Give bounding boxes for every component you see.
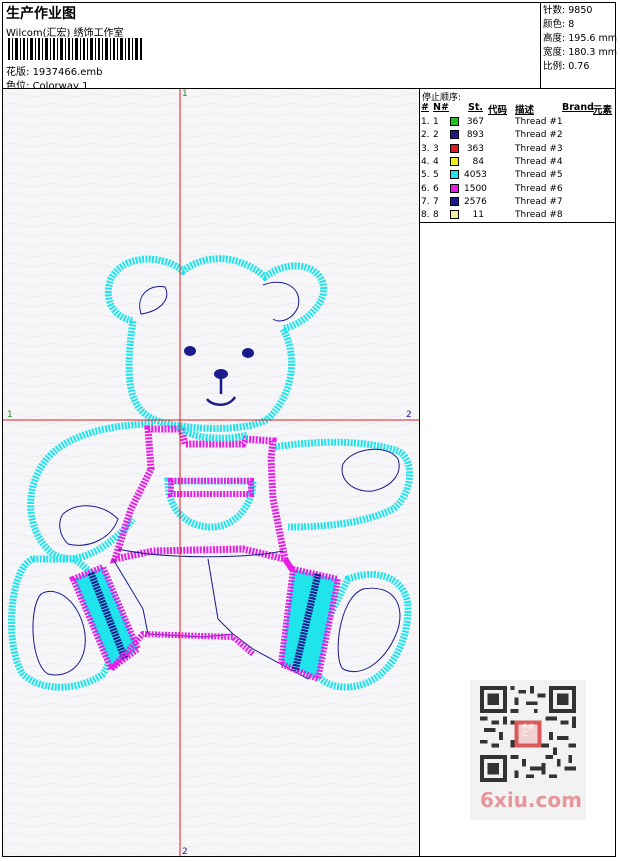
color-swatch <box>450 183 459 193</box>
color-swatch <box>450 156 459 166</box>
row-description: Thread #7 <box>515 196 563 207</box>
row-description: Thread #2 <box>515 130 563 141</box>
table-bottom-line <box>420 222 616 223</box>
row-description: Thread #6 <box>515 183 563 194</box>
row-stitches: 84 <box>472 156 484 167</box>
color-swatch <box>450 117 459 126</box>
row-needle: 1 <box>433 117 439 127</box>
design-name-line: 花版: 1937466.emb <box>6 63 103 78</box>
row-index: 7. <box>421 196 430 207</box>
stat-height: 高度: 195.6 mm <box>543 33 617 44</box>
page-title: 生产作业图 <box>6 6 76 22</box>
row-description: Thread #5 <box>515 170 563 181</box>
row-stitches: 11 <box>472 210 484 221</box>
row-index: 1. <box>421 117 430 127</box>
col-code: 代码 <box>488 105 508 116</box>
col-stitches: St. <box>468 102 483 113</box>
col-description: 描述 <box>515 105 535 116</box>
row-needle: 2 <box>433 130 439 141</box>
table-row[interactable]: 4. 4 84 Thread #4 <box>420 156 616 169</box>
left-eye <box>184 346 196 356</box>
stat-width: 宽度: 180.3 mm <box>543 47 617 58</box>
right-eye <box>242 348 254 358</box>
row-index: 6. <box>421 183 430 194</box>
watermark-text: 6xiu.com <box>480 788 582 812</box>
row-needle: 4 <box>433 156 439 167</box>
axis-label-left: 1 <box>7 410 13 420</box>
table-row[interactable]: 3. 3 363 Thread #3 <box>420 143 616 156</box>
axis-label-top: 1 <box>182 89 188 99</box>
stat-stitches: 针数: 9850 <box>543 5 593 16</box>
stop-sequence-table: 停止顺序: # N# St. 代码 描述 Brand 元素 1. 1 367 Thre… <box>420 89 616 222</box>
table-row[interactable]: 6. 6 1500 Thread #6 <box>420 183 616 196</box>
row-needle: 5 <box>433 170 439 181</box>
col-brand: Brand <box>562 102 594 113</box>
color-swatch <box>450 130 459 140</box>
row-index: 8. <box>421 210 430 221</box>
col-element: 元素 <box>593 105 613 116</box>
qr-stamp-text: 秀绣汇 <box>522 724 535 738</box>
row-needle: 7 <box>433 196 439 207</box>
color-swatch <box>450 170 459 180</box>
color-swatch <box>450 196 459 206</box>
row-description: Thread #1 <box>515 117 563 127</box>
color-swatch <box>450 210 459 220</box>
row-needle: 3 <box>433 143 439 154</box>
axis-label-right: 2 <box>406 410 412 420</box>
qr-watermark: 秀绣汇 6xiu.com <box>470 680 586 820</box>
stats-panel: 针数: 9850 颜色: 8 高度: 195.6 mm 宽度: 180.3 mm… <box>543 4 617 74</box>
row-description: Thread #3 <box>515 143 563 154</box>
embroidery-drawing <box>3 89 419 856</box>
row-index: 5. <box>421 170 430 181</box>
stat-scale: 比例: 0.76 <box>543 61 590 72</box>
row-stitches: 1500 <box>464 183 487 194</box>
row-stitches: 4053 <box>464 170 487 181</box>
row-needle: 6 <box>433 183 439 194</box>
row-needle: 8 <box>433 210 439 221</box>
barcode-image <box>8 38 142 60</box>
row-index: 4. <box>421 156 430 167</box>
col-index: # <box>421 102 429 113</box>
color-swatch <box>450 143 459 153</box>
studio-name: Wilcom(汇宏) 绣饰工作室 <box>6 28 124 39</box>
row-stitches: 2576 <box>464 196 487 207</box>
table-row[interactable]: 7. 7 2576 Thread #7 <box>420 196 616 209</box>
row-stitches: 367 <box>466 117 484 127</box>
col-needle: N# <box>433 102 449 113</box>
axis-label-bottom: 2 <box>182 847 188 856</box>
design-canvas[interactable]: 1 2 1 2 <box>3 89 419 856</box>
row-stitches: 893 <box>466 130 484 141</box>
stat-colors: 颜色: 8 <box>543 19 575 30</box>
header-divider <box>540 2 541 88</box>
row-stitches: 363 <box>466 143 484 154</box>
row-index: 2. <box>421 130 430 141</box>
table-row[interactable]: 1. 1 367 Thread #1 <box>420 116 616 129</box>
row-description: Thread #4 <box>515 156 563 167</box>
table-row[interactable]: 8. 8 11 Thread #8 <box>420 209 616 222</box>
table-row[interactable]: 5. 5 4053 Thread #5 <box>420 169 616 182</box>
row-index: 3. <box>421 143 430 154</box>
row-description: Thread #8 <box>515 210 563 221</box>
header-info: 生产作业图 Wilcom(汇宏) 绣饰工作室 花版: 1937466.emb 色… <box>4 3 539 92</box>
table-row[interactable]: 2. 2 893 Thread #2 <box>420 129 616 142</box>
